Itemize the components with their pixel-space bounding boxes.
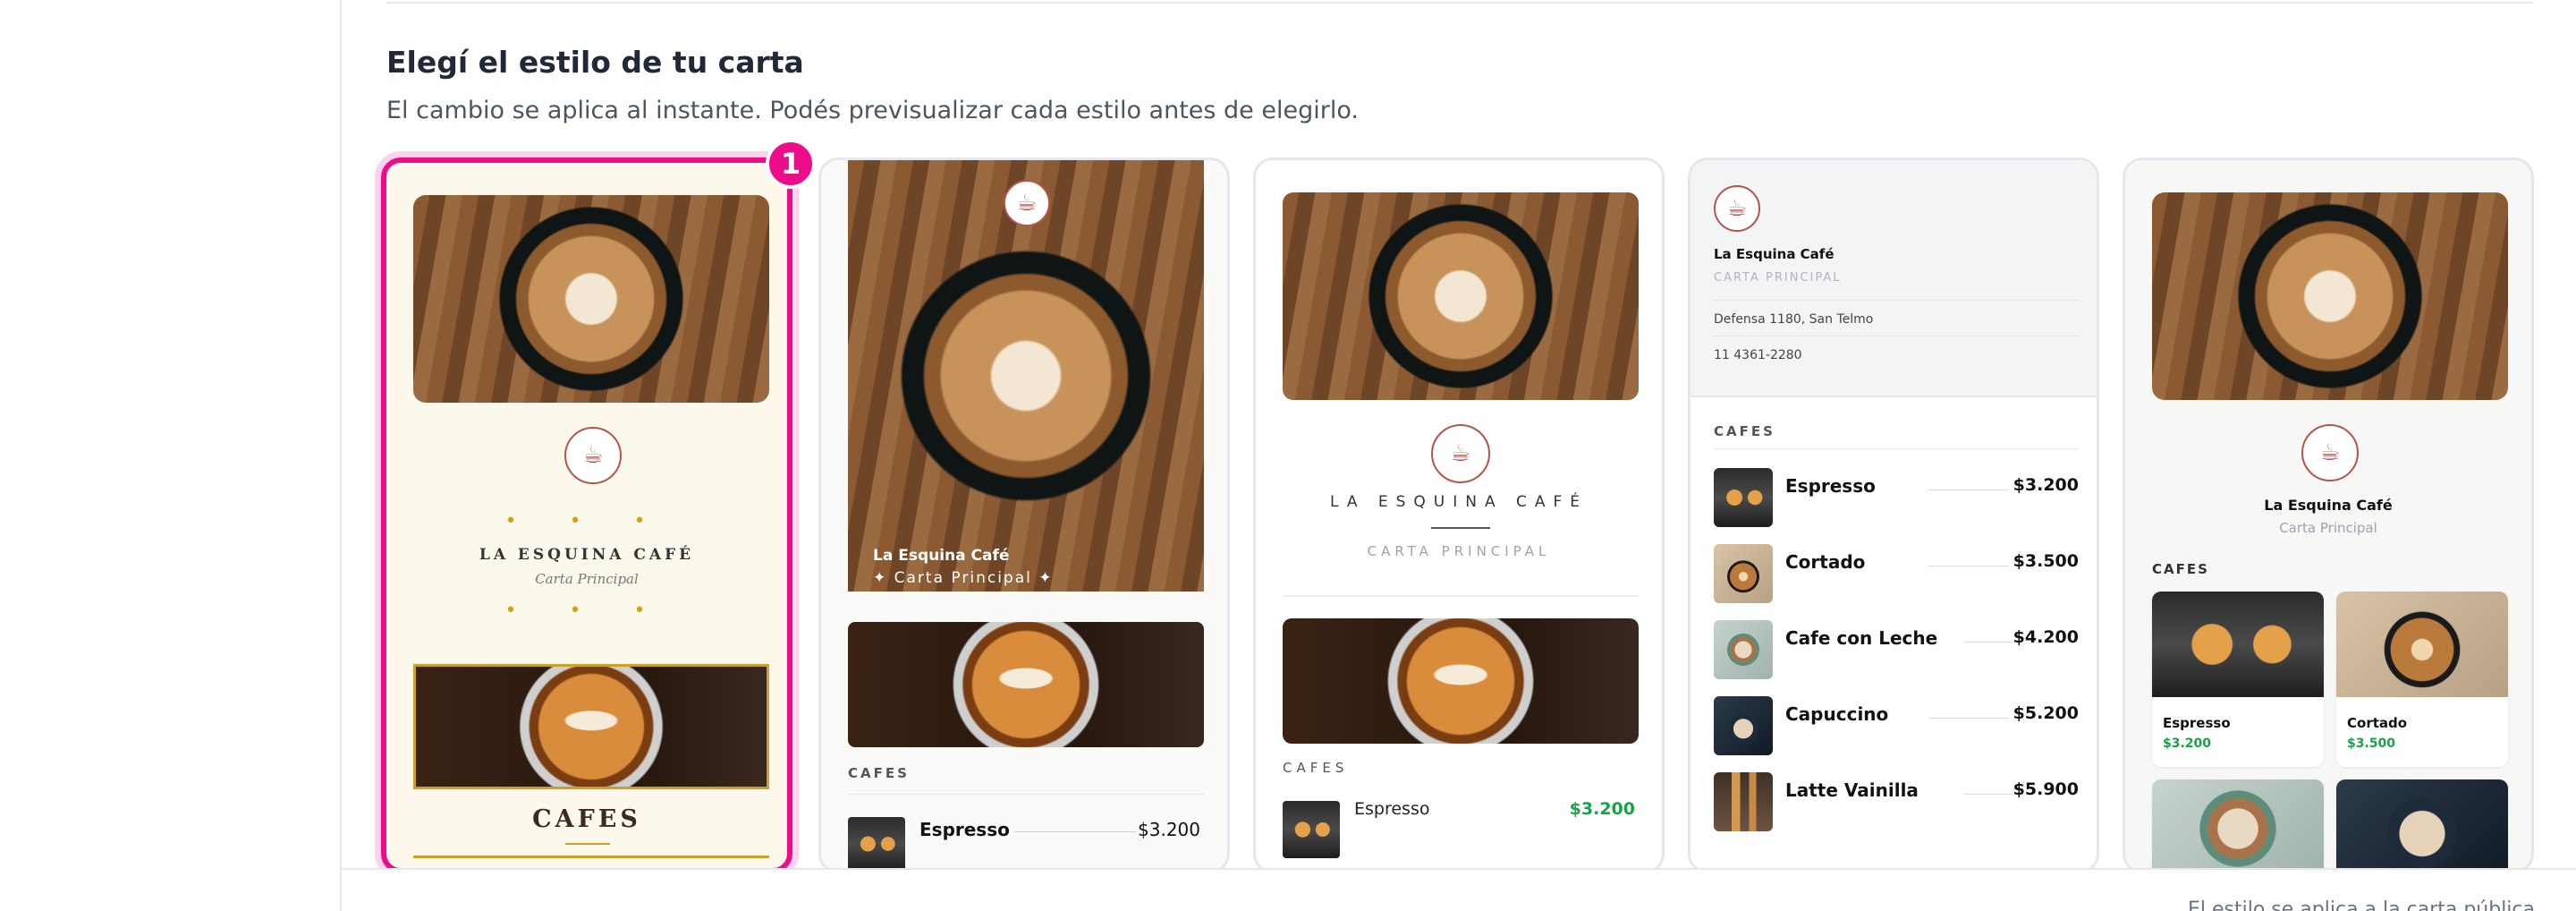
style-card-clasico[interactable]: ☕ • • • LA ESQUINA CAFÉ Carta Principal …: [381, 158, 792, 873]
cafe-logo-icon: ☕: [1431, 424, 1490, 483]
list-item: Espresso $3.200: [1714, 468, 2079, 527]
list-item: Capuccino $5.200: [1714, 696, 2079, 755]
cafe-logo-icon: ☕: [2301, 424, 2359, 481]
decor-dots-bottom: • • •: [504, 600, 669, 622]
left-sidebar: [0, 0, 342, 911]
selected-badge: 1: [766, 139, 816, 189]
section-title-cafes: CAFES: [532, 805, 641, 833]
item-thumbnail: [1283, 801, 1340, 858]
section-title: Elegí el estilo de tu carta: [386, 45, 804, 80]
item-price: $5.900: [2012, 779, 2079, 799]
cafe-logo-icon: ☕: [1714, 185, 1760, 232]
item-thumbnail: [1714, 544, 1773, 603]
cafe-name: La Esquina Café: [2264, 497, 2393, 514]
divider: [565, 843, 610, 845]
list-item: Cortado $3.500: [1714, 544, 2079, 603]
grid-item: Cortado $3.500: [2336, 592, 2508, 767]
grid-item: [2336, 779, 2508, 871]
divider: [1714, 300, 2079, 301]
section-title-cafes: CAFES: [2152, 561, 2209, 577]
item-name: Cortado: [1785, 551, 1866, 573]
item-price: $5.200: [2012, 703, 2079, 723]
carta-tag: Carta Principal: [2279, 520, 2377, 536]
item-name: Espresso: [1354, 799, 1430, 819]
divider: [1714, 448, 2079, 449]
item-name: Espresso: [919, 819, 1010, 840]
item-name: Espresso: [1785, 475, 1876, 497]
decor-dots-top: • • •: [504, 510, 669, 532]
price-leader: [1928, 718, 2009, 719]
cafe-name: La Esquina Café: [873, 547, 1010, 565]
item-thumbnail: [2336, 779, 2508, 871]
divider: [413, 856, 769, 858]
cafe-logo-icon: ☕: [1004, 180, 1050, 226]
price-leader: [1014, 831, 1136, 832]
carta-tag: Carta Principal: [535, 571, 639, 587]
item-name: Latte Vainilla: [1785, 779, 1919, 801]
section-image: [413, 664, 769, 789]
price-leader: [1964, 794, 2018, 795]
style-card-grilla[interactable]: ☕ La Esquina Café Carta Principal CAFES …: [2123, 158, 2534, 873]
item-price: $3.500: [2347, 736, 2396, 751]
price-leader: [1964, 642, 2018, 643]
grid-item: [2152, 779, 2324, 871]
item-thumbnail: [848, 817, 905, 871]
cafe-name: La Esquina Café: [1714, 246, 1835, 262]
item-price: $4.200: [2012, 627, 2079, 647]
style-card-inmersivo[interactable]: ☕ La Esquina Café ✦ Carta Principal ✦ CA…: [818, 158, 1230, 873]
item-name: Cafe con Leche: [1785, 627, 1938, 649]
hero-image: [2152, 192, 2508, 400]
grid-item: Espresso $3.200: [2152, 592, 2324, 767]
section-image: [1283, 618, 1639, 744]
cafe-name: LA ESQUINA CAFÉ: [479, 546, 695, 564]
item-thumbnail: [1714, 468, 1773, 527]
section-title-cafes: CAFES: [1283, 760, 1349, 776]
item-name: Espresso: [2163, 715, 2231, 731]
cafe-name: LA ESQUINA CAFÉ: [1329, 493, 1589, 511]
carta-tag: CARTA PRINCIPAL: [1367, 543, 1551, 559]
item-thumbnail: [1714, 696, 1773, 755]
item-thumbnail: [1714, 772, 1773, 831]
style-card-minimal[interactable]: ☕ LA ESQUINA CAFÉ CARTA PRINCIPAL CAFES …: [1253, 158, 1665, 873]
item-price: $3.500: [2012, 551, 2079, 571]
list-item: Latte Vainilla $5.900: [1714, 772, 2079, 831]
list-item: Cafe con Leche $4.200: [1714, 620, 2079, 679]
item-name: Cortado: [2347, 715, 2408, 731]
item-price: $3.200: [1569, 799, 1635, 819]
carta-tag: CARTA PRINCIPAL: [1714, 271, 1842, 285]
style-card-lista[interactable]: ☕ La Esquina Café CARTA PRINCIPAL Defens…: [1688, 158, 2099, 873]
address: Defensa 1180, San Telmo: [1714, 312, 1874, 327]
divider: [1283, 595, 1639, 597]
item-thumbnail: [1714, 620, 1773, 679]
footer-text: El estilo se aplica a la carta pública: [2188, 898, 2535, 911]
item-name: Capuccino: [1785, 703, 1889, 725]
section-title-cafes: CAFES: [848, 765, 910, 781]
divider: [1431, 527, 1490, 529]
item-thumbnail: [2152, 592, 2324, 697]
item-price: $3.200: [2163, 736, 2212, 751]
bottom-bar: El estilo se aplica a la carta pública: [342, 868, 2576, 911]
item-price: $3.200: [1138, 819, 1200, 840]
section-title-cafes: CAFES: [1714, 423, 1775, 439]
top-panel-edge: [386, 0, 2533, 4]
section-subtitle: El cambio se aplica al instante. Podés p…: [386, 97, 1359, 124]
item-price: $3.200: [2012, 475, 2079, 495]
divider: [848, 794, 1204, 795]
item-thumbnail: [2336, 592, 2508, 697]
card-header: ☕ La Esquina Café CARTA PRINCIPAL Defens…: [1690, 160, 2097, 397]
carta-tag: ✦ Carta Principal ✦: [873, 569, 1054, 587]
phone: 11 4361-2280: [1714, 348, 1802, 362]
hero-image: [1283, 192, 1639, 400]
item-thumbnail: [2152, 779, 2324, 871]
hero-image: [413, 195, 769, 403]
cafe-logo-icon: ☕: [564, 427, 622, 484]
section-image: [848, 622, 1204, 747]
